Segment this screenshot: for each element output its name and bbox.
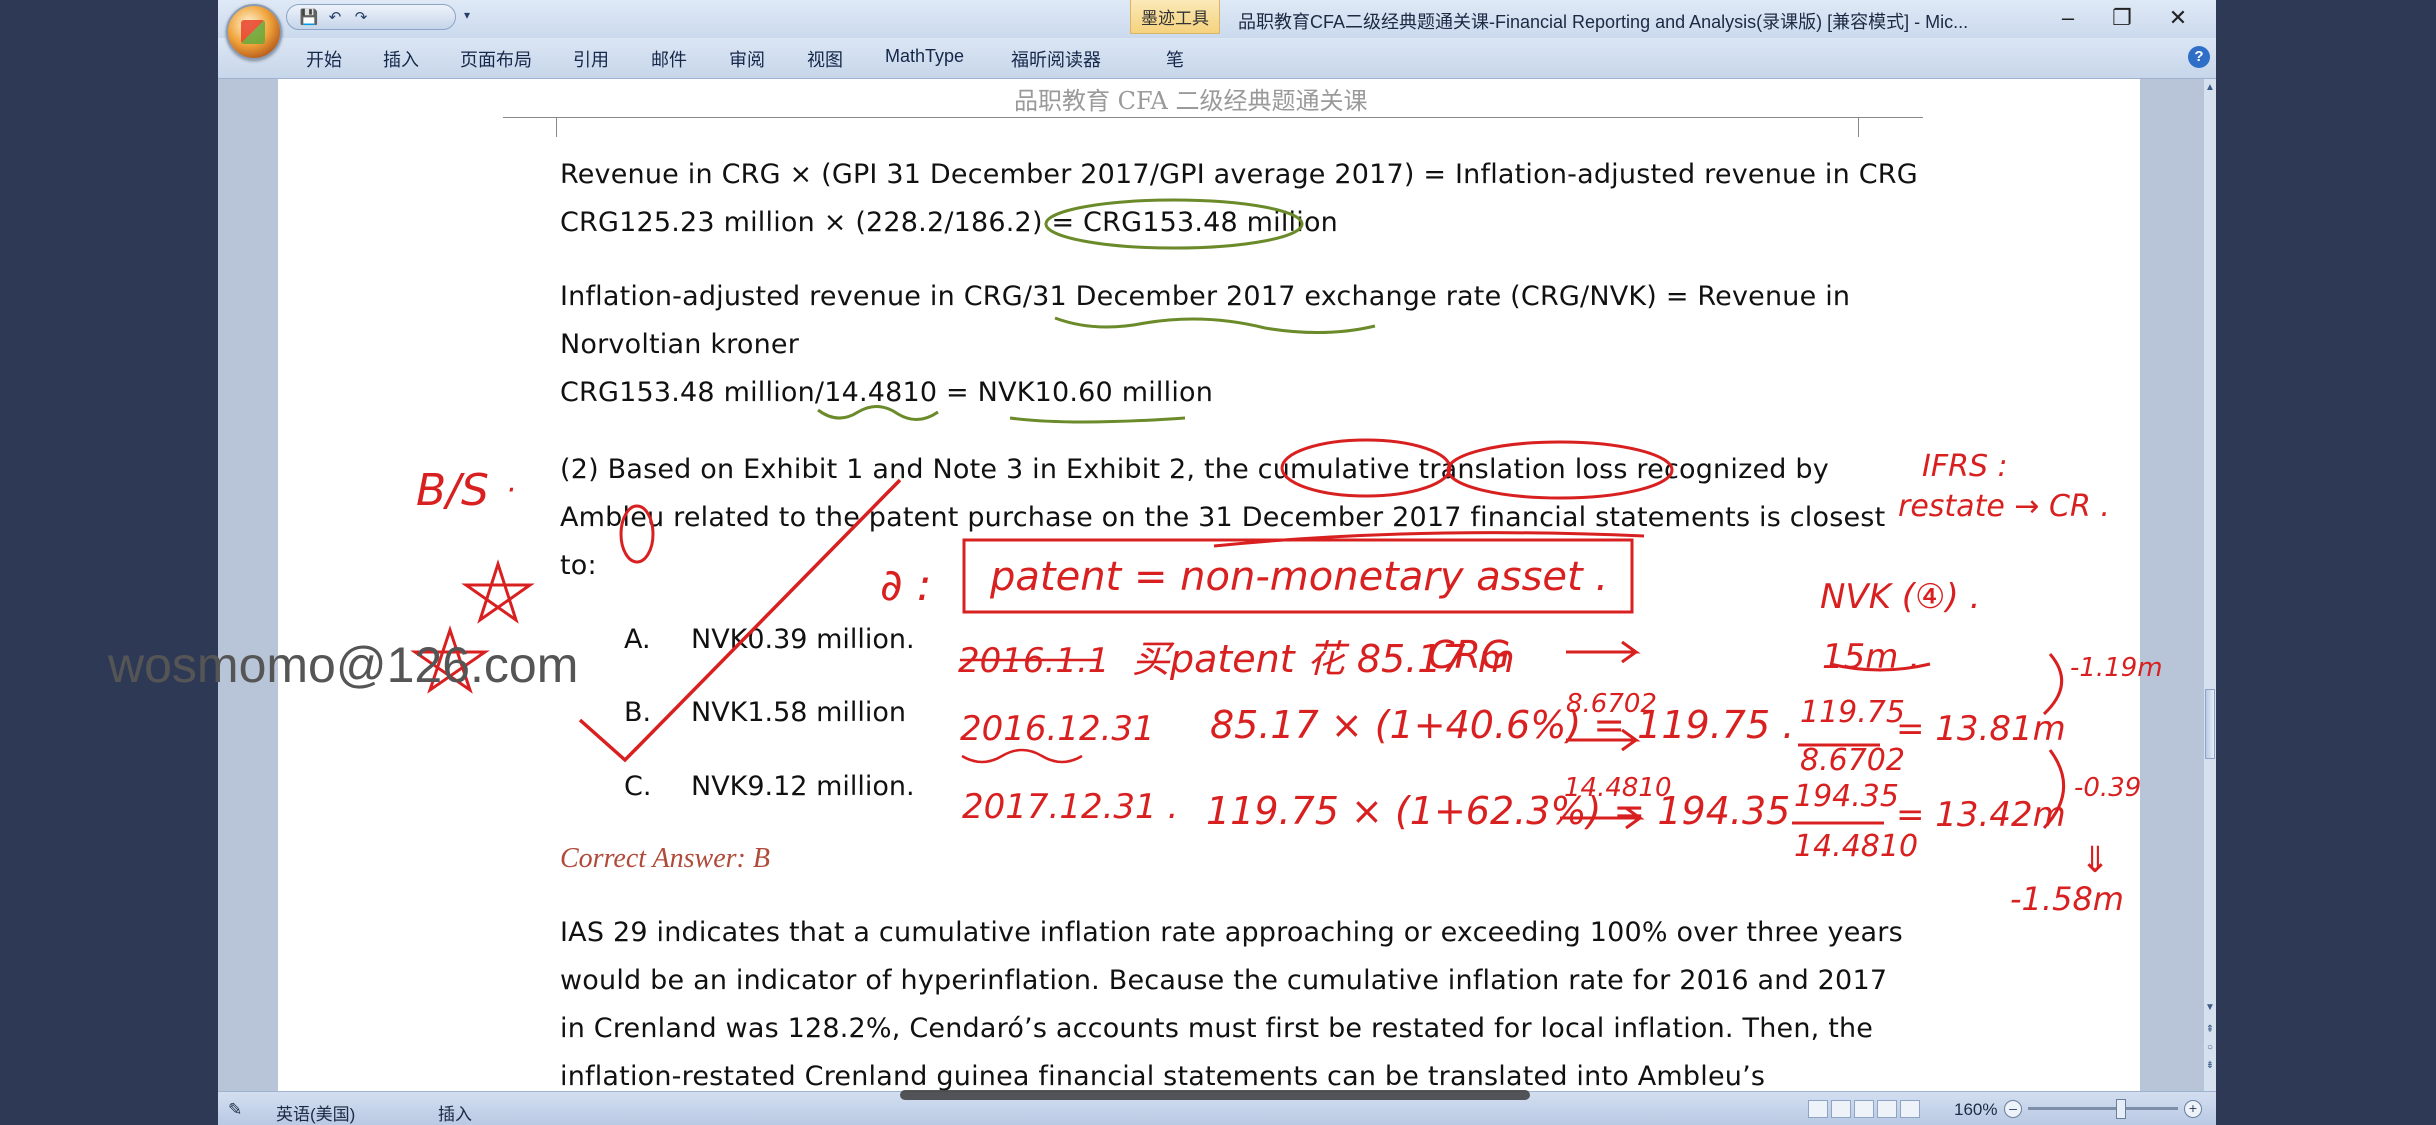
hw-frac2-den: 8.6702 bbox=[1800, 743, 1905, 778]
green-underline-mark bbox=[1009, 416, 1186, 424]
hw-crg: CRG bbox=[1428, 633, 1510, 677]
hw-arrow-down: ⇓ bbox=[2080, 840, 2110, 881]
hw-frac2-num: 119.75 bbox=[1800, 695, 1905, 730]
hw-frac3-num: 194.35 bbox=[1794, 779, 1899, 814]
green-wave-mark bbox=[817, 405, 939, 421]
red-circle-mark bbox=[1446, 440, 1674, 500]
hw-ifrs: IFRS : bbox=[1922, 449, 2008, 484]
red-scribble-mark bbox=[619, 504, 655, 564]
hw-date-2: 2016.12.31 bbox=[960, 709, 1155, 749]
hw-calc-2: 85.17 × (1+40.6%) = 119.75 . bbox=[1210, 703, 1794, 747]
hw-bs: B/S bbox=[416, 465, 489, 516]
hw-value-1: 15m . bbox=[1822, 637, 1920, 677]
red-bracket-mark bbox=[2042, 653, 2064, 716]
hw-total: -1.58m bbox=[2010, 880, 2124, 918]
office-button-icon[interactable] bbox=[226, 4, 282, 60]
hw-date-1: 2016.1.1 bbox=[958, 641, 1109, 681]
hw-patent-note: patent = non-monetary asset . bbox=[989, 554, 1608, 600]
hw-date-3: 2017.12.31 . bbox=[962, 787, 1178, 827]
hw-result-2: = 13.81m bbox=[1896, 709, 2066, 749]
green-underline-mark bbox=[1054, 316, 1376, 335]
hw-rate-2: 8.6702 bbox=[1566, 689, 1657, 719]
hw-calc-3: 119.75 × (1+62.3%) = 194.35 bbox=[1206, 789, 1790, 833]
red-arrow-mark bbox=[1566, 640, 1641, 664]
hw-nvk-label: NVK (④) . bbox=[1820, 577, 1980, 617]
hw-result-3: = 13.42m bbox=[1896, 795, 2066, 835]
hw-diff-1: -1.19m bbox=[2070, 653, 2163, 683]
watermark: wosmomo@126.com bbox=[108, 637, 579, 693]
green-circle-mark bbox=[1044, 198, 1304, 250]
red-wave-mark bbox=[961, 748, 1083, 764]
red-check-mark bbox=[578, 478, 902, 763]
red-star-mark bbox=[461, 559, 535, 624]
hw-rate-3: 14.4810 bbox=[1564, 773, 1672, 803]
red-circle-mark bbox=[1280, 438, 1452, 498]
hw-diff-2: -0.39 bbox=[2074, 773, 2141, 803]
hw-restate: restate → CR . bbox=[1898, 489, 2110, 524]
ink-annotations: B/S · IFRS : restate → CR . ∂ : patent =… bbox=[410, 198, 2163, 918]
hw-marker: ∂ : bbox=[880, 560, 932, 611]
hw-dot: · bbox=[506, 473, 516, 508]
